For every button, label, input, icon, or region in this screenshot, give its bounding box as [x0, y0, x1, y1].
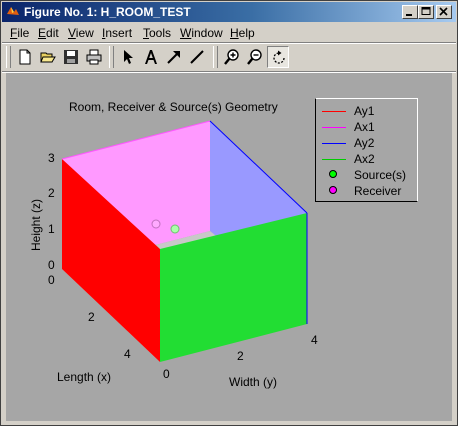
zoom-in-icon	[224, 49, 239, 65]
menu-view[interactable]: View	[68, 26, 94, 40]
rotate-3d-button[interactable]	[267, 46, 289, 68]
legend-entry-ay1: Ay1	[316, 103, 416, 119]
close-icon	[439, 7, 448, 16]
print-icon	[86, 49, 102, 65]
legend-label-ax1: Ax1	[354, 120, 375, 134]
y-tick-0: 0	[163, 367, 170, 381]
menu-bar: File Edit View Insert Tools Window Help	[2, 23, 456, 42]
menu-file[interactable]: File	[10, 26, 29, 40]
insert-text-icon	[145, 50, 157, 64]
legend-label-ay1: Ay1	[354, 104, 375, 118]
maximize-icon	[421, 7, 431, 15]
y-axis-label: Width (y)	[229, 375, 277, 389]
menu-window[interactable]: Window	[180, 26, 223, 40]
y-tick-4: 4	[311, 333, 318, 347]
plot-title: Room, Receiver & Source(s) Geometry	[69, 100, 278, 114]
z-tick-1: 1	[48, 222, 55, 236]
x-tick-2: 2	[88, 310, 95, 324]
legend-entry-ay2: Ay2	[316, 135, 416, 151]
menu-insert[interactable]: Insert	[102, 26, 132, 40]
z-tick-3: 3	[48, 151, 55, 165]
legend-swatch-ax1	[322, 127, 346, 128]
receiver-marker	[151, 219, 161, 229]
figure-toolbar	[2, 43, 456, 71]
print-button[interactable]	[83, 46, 105, 68]
zoom-out-icon	[247, 49, 262, 65]
legend-marker-sources	[329, 170, 337, 178]
source-marker	[170, 224, 180, 234]
legend-entry-ax2: Ax2	[316, 151, 416, 167]
z-tick-0: 0	[48, 258, 55, 272]
window-title: Figure No. 1: H_ROOM_TEST	[24, 5, 191, 19]
title-bar[interactable]: Figure No. 1: H_ROOM_TEST	[2, 2, 456, 22]
rotate-3d-icon	[273, 50, 285, 64]
legend-entry-sources: Source(s)	[316, 167, 416, 183]
figure-canvas[interactable]: Room, Receiver & Source(s) Geometry 3 2 …	[6, 73, 452, 421]
legend-swatch-ax2	[322, 159, 346, 160]
minimize-button[interactable]	[402, 5, 418, 19]
x-tick-0: 0	[48, 273, 55, 287]
legend-label-sources: Source(s)	[354, 168, 407, 182]
insert-line-icon	[190, 50, 204, 64]
close-button[interactable]	[436, 5, 452, 19]
legend-swatch-ay2	[322, 143, 346, 144]
y-tick-2: 2	[237, 349, 244, 363]
legend[interactable]: Ay1 Ax1 Ay2 Ax2 Source(s) Receiver	[315, 98, 418, 202]
maximize-button[interactable]	[418, 5, 434, 19]
legend-swatch-ay1	[322, 111, 346, 112]
save-icon	[64, 50, 78, 64]
legend-entry-ax1: Ax1	[316, 119, 416, 135]
edit-plot-button[interactable]	[117, 46, 139, 68]
figure-window: Figure No. 1: H_ROOM_TEST File Edit View…	[0, 0, 458, 426]
zoom-in-button[interactable]	[221, 46, 243, 68]
toolbar-separator-2	[213, 46, 218, 68]
z-axis-label: Height (z)	[29, 199, 43, 251]
menu-edit[interactable]: Edit	[38, 26, 59, 40]
legend-label-ay2: Ay2	[354, 136, 375, 150]
insert-arrow-button[interactable]	[163, 46, 185, 68]
x-tick-4: 4	[124, 347, 131, 361]
toolbar-separator	[109, 46, 114, 68]
toolbar-grip[interactable]	[6, 46, 11, 68]
insert-text-button[interactable]	[140, 46, 162, 68]
zoom-out-button[interactable]	[244, 46, 266, 68]
matlab-logo-icon	[7, 7, 19, 15]
legend-label-ax2: Ax2	[354, 152, 375, 166]
x-axis-label: Length (x)	[57, 370, 111, 384]
z-tick-2: 2	[48, 186, 55, 200]
legend-entry-receiver: Receiver	[316, 183, 416, 199]
insert-line-button[interactable]	[186, 46, 208, 68]
new-figure-button[interactable]	[14, 46, 36, 68]
legend-marker-receiver	[329, 186, 337, 194]
legend-label-receiver: Receiver	[354, 184, 402, 198]
edit-plot-arrow-icon	[124, 50, 133, 64]
menu-tools[interactable]: Tools	[143, 26, 171, 40]
minimize-icon	[406, 14, 412, 16]
insert-arrow-icon	[167, 51, 180, 64]
new-figure-icon	[19, 49, 31, 65]
open-file-icon	[40, 52, 56, 63]
menu-help[interactable]: Help	[230, 26, 255, 40]
open-file-button[interactable]	[37, 46, 59, 68]
save-button[interactable]	[60, 46, 82, 68]
